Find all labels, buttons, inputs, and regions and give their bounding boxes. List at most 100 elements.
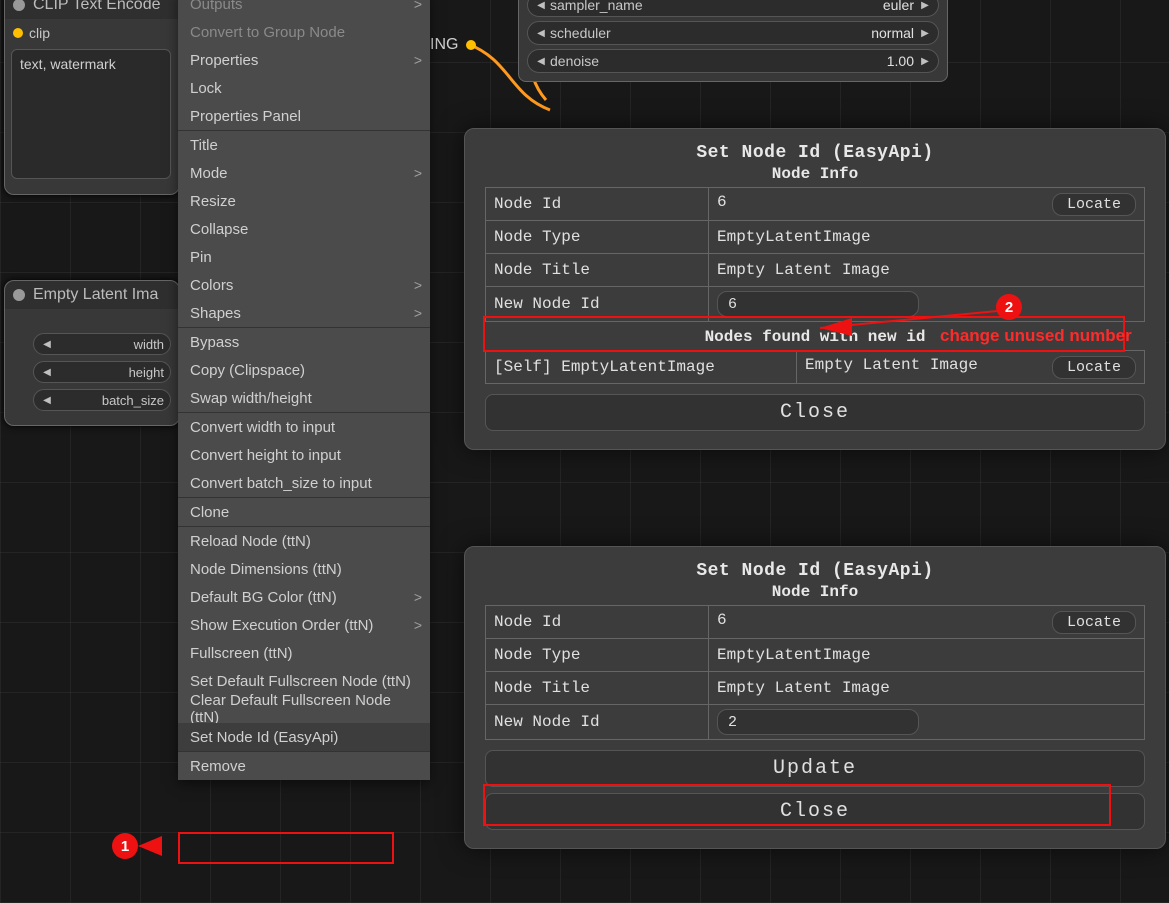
found-table: [Self] EmptyLatentImage Empty Latent Ima… [485, 350, 1145, 384]
node-titlebar[interactable]: CLIP Text Encode [5, 0, 179, 19]
chevron-right-icon[interactable]: ▶ [918, 56, 932, 67]
locate-button[interactable]: Locate [1052, 611, 1136, 634]
table-row: New Node Id [486, 705, 1145, 740]
chevron-left-icon[interactable]: ◀ [40, 367, 54, 378]
update-button[interactable]: Update [485, 750, 1145, 787]
dialog-title: Set Node Id (EasyApi) [485, 561, 1145, 581]
new-node-id-input[interactable] [717, 709, 919, 735]
context-menu[interactable]: OutputsConvert to Group NodePropertiesLo… [178, 0, 430, 780]
menu-item[interactable]: Pin [178, 243, 430, 271]
new-node-id-input[interactable] [717, 291, 919, 317]
input-port-dot-icon[interactable] [13, 28, 23, 38]
set-node-id-dialog-2[interactable]: Set Node Id (EasyApi) Node Info Node Id … [464, 546, 1166, 849]
menu-item[interactable]: Lock [178, 74, 430, 102]
cell-value: 6 Locate [709, 188, 1145, 221]
node-collapse-dot-icon[interactable] [13, 289, 25, 301]
clip-port[interactable]: clip [5, 19, 179, 41]
annotation-marker-2: 2 [996, 294, 1022, 320]
menu-item[interactable]: Remove [178, 752, 430, 780]
prompt-textarea[interactable]: text, watermark [11, 49, 171, 179]
menu-item[interactable]: Swap width/height [178, 384, 430, 412]
chevron-left-icon[interactable]: ◀ [40, 339, 54, 350]
table-row: Node Type EmptyLatentImage [486, 221, 1145, 254]
dialog-section: Node Info [485, 583, 1145, 601]
table-row: Node Title Empty Latent Image [486, 254, 1145, 287]
menu-item[interactable]: Mode [178, 159, 430, 187]
menu-item[interactable]: Shapes [178, 299, 430, 327]
cell-label: Node Title [486, 254, 709, 287]
chevron-right-icon[interactable]: ▶ [918, 0, 932, 11]
locate-button[interactable]: Locate [1052, 193, 1136, 216]
menu-item[interactable]: Default BG Color (ttN) [178, 583, 430, 611]
menu-item[interactable]: Set Default Fullscreen Node (ttN) [178, 667, 430, 695]
cell-label: New Node Id [486, 705, 709, 740]
menu-item[interactable]: Properties [178, 46, 430, 74]
locate-button[interactable]: Locate [1052, 356, 1136, 379]
param-label: scheduler [550, 25, 611, 41]
node-info-table: Node Id 6 Locate Node Type EmptyLatentIm… [485, 605, 1145, 740]
param-height[interactable]: ◀ height [33, 361, 171, 383]
menu-item[interactable]: Convert width to input [178, 413, 430, 441]
chevron-left-icon[interactable]: ◀ [534, 0, 548, 11]
menu-item[interactable]: Clear Default Fullscreen Node (ttN) [178, 695, 430, 723]
cell-label: Node Type [486, 639, 709, 672]
cell-value: 6 Locate [709, 606, 1145, 639]
param-batch_size[interactable]: ◀batch_size [33, 389, 171, 411]
param-label: height [129, 365, 164, 380]
close-button[interactable]: Close [485, 793, 1145, 830]
menu-item[interactable]: Outputs [178, 0, 430, 18]
menu-item[interactable]: Reload Node (ttN) [178, 527, 430, 555]
node-collapse-dot-icon[interactable] [13, 0, 25, 11]
menu-item[interactable]: Bypass [178, 328, 430, 356]
cell-value: Empty Latent Image [709, 254, 1145, 287]
param-width[interactable]: ◀ width [33, 333, 171, 355]
node-info-table: Node Id 6 Locate Node Type EmptyLatentIm… [485, 187, 1145, 322]
node-id-value: 6 [717, 193, 727, 211]
found-self: [Self] EmptyLatentImage [486, 351, 797, 384]
chevron-right-icon[interactable]: ▶ [918, 28, 932, 39]
port-label: clip [29, 25, 50, 41]
param-denoise[interactable]: ◀denoise1.00▶ [527, 49, 939, 73]
param-scheduler[interactable]: ◀schedulernormal▶ [527, 21, 939, 45]
param-label: width [134, 337, 164, 352]
cell-value [709, 705, 1145, 740]
menu-item[interactable]: Node Dimensions (ttN) [178, 555, 430, 583]
menu-item[interactable]: Resize [178, 187, 430, 215]
menu-item[interactable]: Set Node Id (EasyApi) [178, 723, 430, 751]
dialog-title: Set Node Id (EasyApi) [485, 143, 1145, 163]
annotation-marker-1: 1 [112, 833, 158, 859]
sampler-node[interactable]: ◀sampler_nameeuler▶ ◀schedulernormal▶ ◀den… [518, 0, 948, 82]
menu-item[interactable]: Fullscreen (ttN) [178, 639, 430, 667]
menu-item[interactable]: Convert to Group Node [178, 18, 430, 46]
set-node-id-dialog-1[interactable]: Set Node Id (EasyApi) Node Info Node Id … [464, 128, 1166, 450]
empty-latent-node[interactable]: Empty Latent Ima ◀ width ◀ height ◀batch_siz… [4, 280, 180, 426]
chevron-left-icon[interactable]: ◀ [534, 56, 548, 67]
menu-item[interactable]: Convert batch_size to input [178, 469, 430, 497]
found-name-text: Empty Latent Image [805, 356, 978, 374]
menu-item[interactable]: Show Execution Order (ttN) [178, 611, 430, 639]
menu-item[interactable]: Clone [178, 498, 430, 526]
chevron-left-icon[interactable]: ◀ [534, 28, 548, 39]
menu-item[interactable]: Collapse [178, 215, 430, 243]
chevron-left-icon[interactable]: ◀ [40, 395, 54, 406]
marker-number: 1 [112, 833, 138, 859]
node-id-value: 6 [717, 611, 727, 629]
menu-item[interactable]: Title [178, 131, 430, 159]
param-sampler_name[interactable]: ◀sampler_nameeuler▶ [527, 0, 939, 17]
cell-label: Node Id [486, 188, 709, 221]
menu-item[interactable]: Convert height to input [178, 441, 430, 469]
marker-tail-icon [138, 836, 162, 856]
cell-label: Node Title [486, 672, 709, 705]
cell-value: EmptyLatentImage [709, 221, 1145, 254]
menu-item[interactable]: Properties Panel [178, 102, 430, 130]
cell-label: Node Id [486, 606, 709, 639]
menu-item[interactable]: Colors [178, 271, 430, 299]
table-row: Node Type EmptyLatentImage [486, 639, 1145, 672]
table-row: Node Title Empty Latent Image [486, 672, 1145, 705]
marker-number: 2 [996, 294, 1022, 320]
close-button[interactable]: Close [485, 394, 1145, 431]
node-titlebar[interactable]: Empty Latent Ima [5, 281, 179, 309]
clip-text-encode-node[interactable]: CLIP Text Encode clip text, watermark [4, 0, 180, 195]
menu-item[interactable]: Copy (Clipspace) [178, 356, 430, 384]
param-label: sampler_name [550, 0, 643, 13]
